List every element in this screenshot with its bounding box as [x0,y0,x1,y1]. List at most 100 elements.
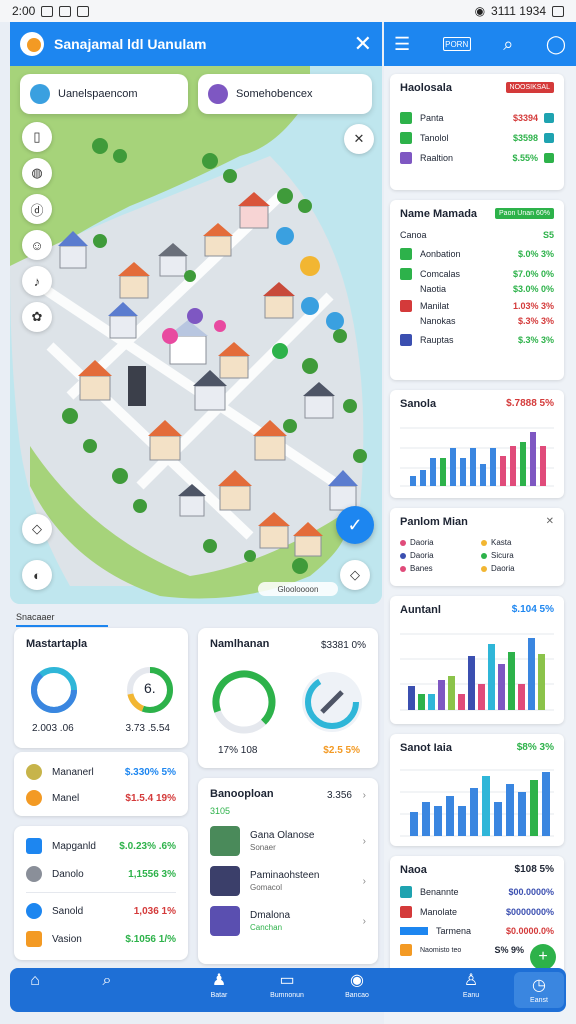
nav-item-batar[interactable]: ♟ Batar [194,972,244,999]
location-icon[interactable]: ◇ [340,560,370,590]
house-icon [400,300,412,312]
data-row: Panta $3394 [400,112,554,124]
bar-chart-card-3[interactable]: Sanot Iaia $8% 3% [390,734,564,846]
list-card[interactable]: Banooploan 3.356 › 3105 Gana Olanose Son… [198,778,378,964]
row-label: Naotia [420,284,447,294]
map-info-card-right[interactable]: Somehobencex [198,74,372,114]
coins-card[interactable]: Mananerl $.330% 5% Manel $1.5.4 19% [14,752,188,816]
chart-value: $.104 5% [511,604,554,615]
add-button[interactable]: + [530,944,556,970]
bar-chart-card-1[interactable]: Sanola $.7888 5% [390,390,564,498]
bar-chart-card-2[interactable]: Auntanl $.104 5% [390,596,564,724]
coin-icon [26,764,42,780]
left-value: 17% 108 [218,745,258,756]
bolt-icon[interactable]: ⓓ [22,194,52,224]
summary-card-2[interactable]: Name Mamada Paon Unan 60% Canoa S5 Aonba… [390,200,564,380]
doc-icon [400,334,412,346]
map-title: Sanajamal ldl Uanulam [54,36,207,52]
item-sub: Sonaer [250,843,276,852]
rows-card[interactable]: Mapganld $.0.23% .6% Danolo 1,1556 3% Sa… [14,826,188,960]
row-label: Raaltion [420,153,454,163]
row-value: 1.03% 3% [512,301,554,311]
list-item[interactable]: Dmalona Canchan › [210,906,366,936]
data-row: Canoa S5 [400,230,554,240]
map-info-card-left[interactable]: Uanelspaencom [20,74,188,114]
chevron-right-icon[interactable]: › [363,790,366,801]
row-value: $.3% 3% [517,335,554,345]
nav-label: Eanu [462,992,480,999]
row-label: Tarmena [436,926,472,936]
row-label: Mapganld [52,840,96,852]
row-label: Danolo [52,868,84,880]
data-row: Sanold 1,036 1% [26,903,176,919]
bag-icon[interactable]: ◍ [22,158,52,188]
item-name: Gana Olanose [250,830,315,841]
nav-label: Eanst [530,996,548,1004]
data-row: Tanolol $3598 [400,132,554,144]
person-icon: ♟ [211,972,227,989]
nav-label: Bumnonun [270,992,304,999]
right-value: $2.5 5% [323,745,360,756]
nav-home[interactable]: ⌂ [10,972,60,990]
left-value: 2.003 .06 [32,723,74,734]
summary-card-1[interactable]: Haolosala NOOSIKSAL Panta $3394 Tanolol … [390,74,564,190]
close-map-icon[interactable]: ✕ [344,124,374,154]
nav-item-eanu[interactable]: ♙ Eanu [446,972,496,999]
notification-icon [41,5,54,17]
bar-chart [400,633,554,711]
close-icon[interactable]: ✕ [354,31,372,57]
row-label: Mananerl [52,766,94,778]
search-icon[interactable]: ⌕ [503,34,513,55]
nav-item-bumnonun[interactable]: ▭ Bumnonun [262,972,312,999]
compass-icon[interactable]: ◐ [22,560,52,590]
face-icon[interactable]: ☺ [22,230,52,260]
legend-title: Panlom Mian [400,516,468,528]
nav-item-bancao[interactable]: ◉ Bancao [332,972,382,999]
check-icon[interactable]: ✓ [336,506,374,544]
row-label: Naomisto teo [420,946,462,954]
gift-icon[interactable]: ✿ [22,302,52,332]
item-sub: Canchan [250,923,283,932]
list-item[interactable]: Gana Olanose Sonaer › [210,826,366,856]
menu-icon[interactable]: ☰ [394,34,410,55]
chat-icon[interactable]: ◯ [546,34,566,55]
row-label: Vasion [52,933,82,945]
coin-row: Manel $1.5.4 19% [26,790,176,806]
progress-bar [400,927,428,935]
data-row: Vasion $.1056 1/% [26,931,176,947]
city-map[interactable] [10,66,382,604]
row-label: Tanolol [420,133,449,143]
gauge-card-a[interactable]: Mastartapla 6. 2.003 .06 3.73 .5.54 [14,628,188,748]
chevron-right-icon: › [362,915,366,927]
data-row: Manolate $0000000% [400,906,554,918]
row-label: Nanokas [420,316,456,326]
close-icon[interactable]: ✕ [546,516,554,527]
row-value: S5 [542,230,554,240]
list-item[interactable]: Paminaohsteen Gomacol › [210,866,366,896]
layers-icon[interactable]: ◇ [22,514,52,544]
book-icon[interactable]: ▯ [22,122,52,152]
status-time: 2:00 [12,4,36,18]
data-row: Manilat 1.03% 3% [400,300,554,312]
status-bar: 2:00 ◉ 3111 1934 [0,0,576,22]
row-value: $7.0% 0% [512,269,554,279]
data-row: Mapganld $.0.23% .6% [26,838,176,854]
coin-icon [26,790,42,806]
card-title: Mastartapla [26,638,88,650]
flag-icon[interactable]: PORN [442,37,471,51]
gauge-card-b[interactable]: Namlhanan $3381 0% 17% 108 $2.5 5% [198,628,378,768]
chart-value: $8% 3% [516,742,554,753]
item-name: Dmalona [250,910,291,921]
music-icon[interactable]: ♪ [22,266,52,296]
legend-card[interactable]: Panlom Mian ✕ Daoria Kasta Daoria Sicura… [390,508,564,586]
box-icon [26,931,42,947]
card-value: $3381 0% [320,640,366,651]
puzzle-icon [400,152,412,164]
row-label: Comcalas [420,269,461,279]
home-icon: ⌂ [30,972,40,989]
nav-search[interactable]: ⌕ [82,972,132,990]
right-sidebar: ☰ PORN ⌕ ◯ Haolosala NOOSIKSAL Panta $33… [384,22,576,1024]
summary-card-last[interactable]: Naoa $108 5% Benannte $00.0000% Manolate… [390,856,564,978]
nav-item-eanst[interactable]: ◷ Eanst [514,972,564,1008]
inbox-icon: ▭ [279,972,295,989]
